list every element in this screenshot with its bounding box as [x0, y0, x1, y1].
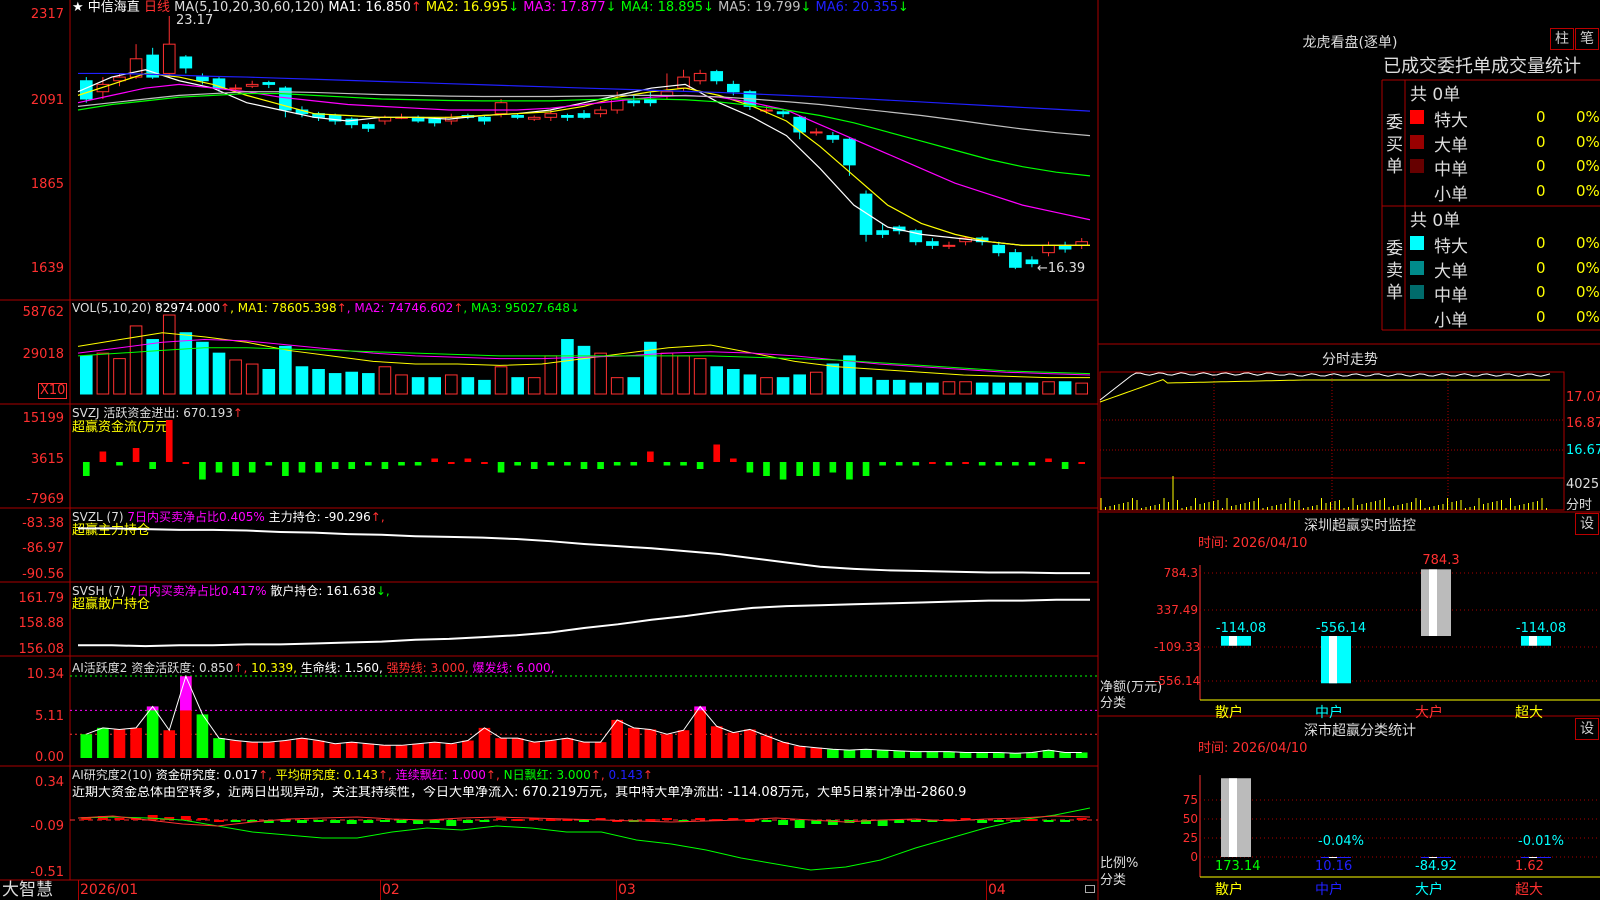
x-category-label: 中户 — [1315, 882, 1343, 898]
x-category-label: 散户 — [1215, 882, 1243, 898]
x-category-label: 大户 — [1415, 882, 1443, 898]
bar-bottom-value: 10.16 — [1315, 859, 1353, 874]
x-category-label: 超大 — [1515, 882, 1543, 898]
y-tick-label: 0 — [1190, 850, 1198, 864]
bar-bottom-value: -84.92 — [1415, 859, 1457, 874]
bar-value-label: -0.01% — [1518, 834, 1564, 849]
bar-highlight — [1429, 857, 1437, 858]
bar-highlight — [1329, 857, 1337, 858]
bar-highlight — [1529, 857, 1537, 858]
bar-value-label: -0.04% — [1318, 834, 1364, 849]
classify-bars — [1199, 775, 1600, 878]
y-tick-label: 50 — [1182, 812, 1198, 826]
bar-bottom-value: 173.14 — [1215, 859, 1261, 874]
bar-highlight — [1229, 778, 1237, 857]
y-tick-label: 25 — [1182, 831, 1198, 845]
y-tick-label: 75 — [1182, 793, 1198, 807]
bar-bottom-value: 1.62 — [1515, 859, 1544, 874]
